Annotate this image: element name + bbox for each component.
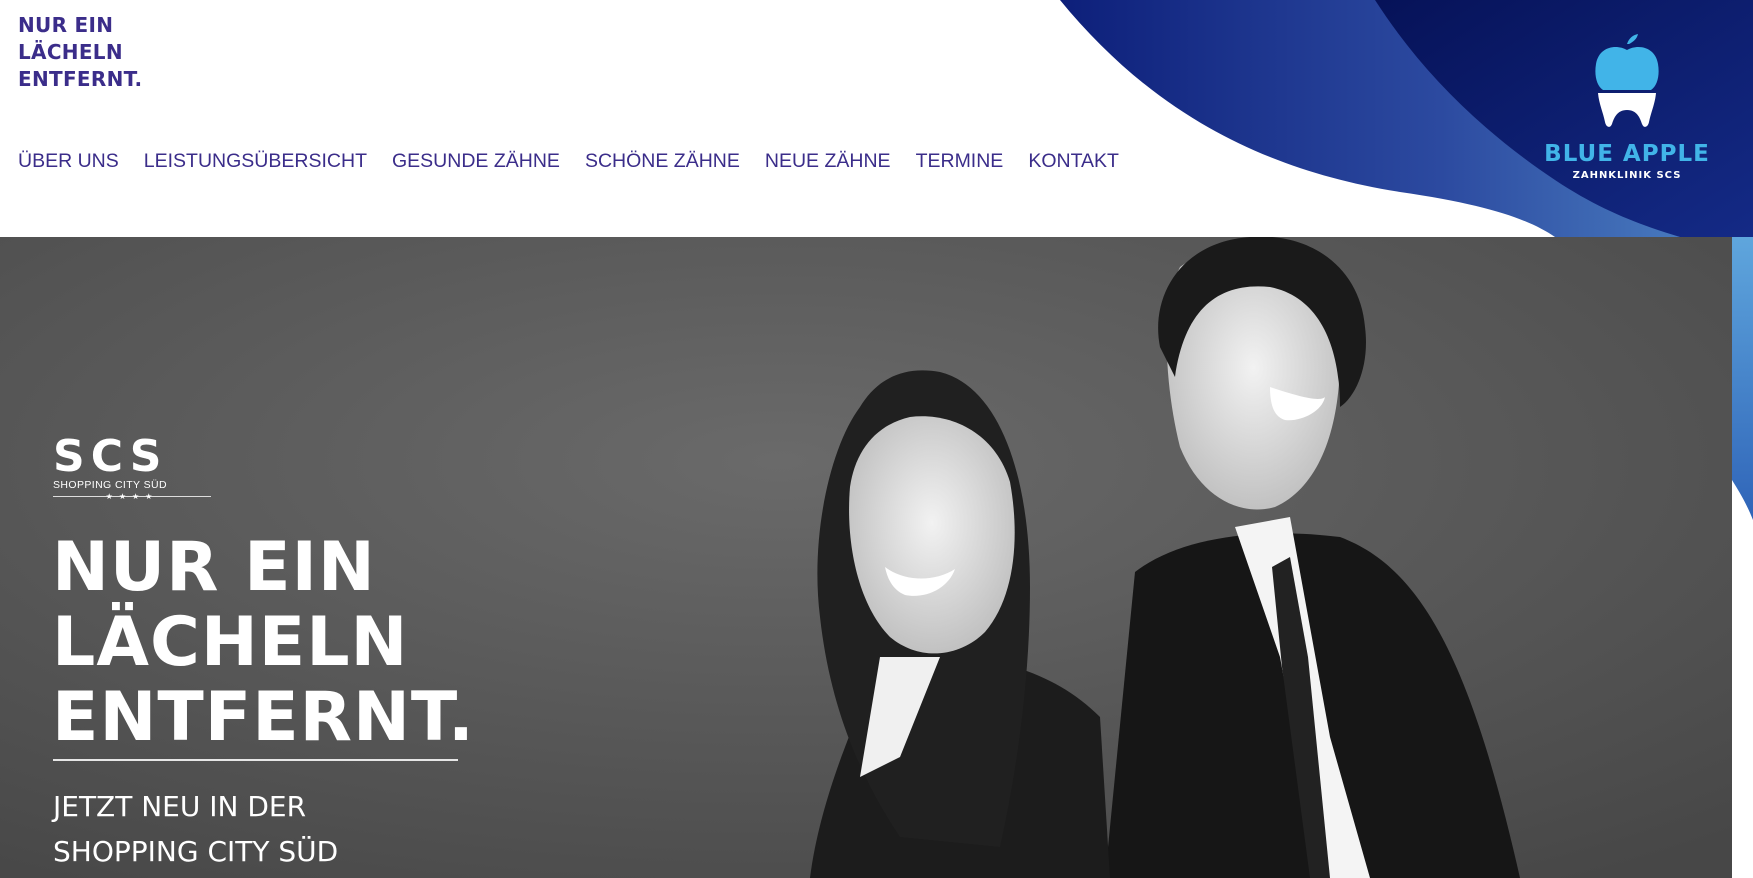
hero-subtitle-line-1: JETZT NEU IN DER — [53, 790, 307, 823]
scs-partner-logo[interactable]: SCS SHOPPING CITY SÜD ★★★★ — [53, 431, 213, 501]
tagline-line-2: LÄCHELN — [18, 40, 123, 64]
main-navigation: ÜBER UNS LEISTUNGSÜBERSICHT GESUNDE ZÄHN… — [18, 150, 1144, 173]
hero-subtitle-line-2: SHOPPING CITY SÜD — [53, 835, 339, 868]
nav-kontakt[interactable]: KONTAKT — [1028, 150, 1119, 173]
nav-termine[interactable]: TERMINE — [916, 150, 1004, 173]
nav-schoene-zaehne[interactable]: SCHÖNE ZÄHNE — [585, 150, 740, 173]
tagline-line-1: NUR EIN — [18, 13, 114, 37]
scs-subtitle: SHOPPING CITY SÜD — [53, 479, 167, 491]
hero-title: NUR EIN LÄCHELN ENTFERNT. — [52, 530, 475, 755]
site-header: NUR EIN LÄCHELN ENTFERNT. ÜBER UNS LEIST… — [0, 0, 1753, 237]
hero-banner: SCS SHOPPING CITY SÜD ★★★★ NUR EIN LÄCHE… — [0, 237, 1732, 878]
scs-wordmark: SCS — [53, 431, 168, 482]
tagline-line-3: ENTFERNT. — [18, 67, 143, 91]
hero-title-line-2: LÄCHELN — [52, 603, 409, 682]
hero-subtitle: JETZT NEU IN DER SHOPPING CITY SÜD — [53, 784, 338, 874]
logo-subtitle: ZAHNKLINIK SCS — [1572, 170, 1682, 181]
header-tagline[interactable]: NUR EIN LÄCHELN ENTFERNT. — [18, 12, 142, 93]
nav-ueber-uns[interactable]: ÜBER UNS — [18, 150, 119, 173]
hero-title-line-1: NUR EIN — [52, 528, 376, 607]
logo-name: BLUE APPLE — [1544, 141, 1710, 167]
apple-tooth-icon — [1595, 34, 1659, 127]
nav-neue-zaehne[interactable]: NEUE ZÄHNE — [765, 150, 891, 173]
hero-title-line-3: ENTFERNT. — [52, 678, 475, 757]
nav-gesunde-zaehne[interactable]: GESUNDE ZÄHNE — [392, 150, 560, 173]
hero-divider — [53, 759, 458, 761]
nav-leistungsuebersicht[interactable]: LEISTUNGSÜBERSICHT — [144, 150, 367, 173]
blue-apple-logo[interactable]: BLUE APPLE ZAHNKLINIK SCS — [1537, 34, 1717, 181]
scs-stars: ★★★★ — [105, 492, 159, 501]
